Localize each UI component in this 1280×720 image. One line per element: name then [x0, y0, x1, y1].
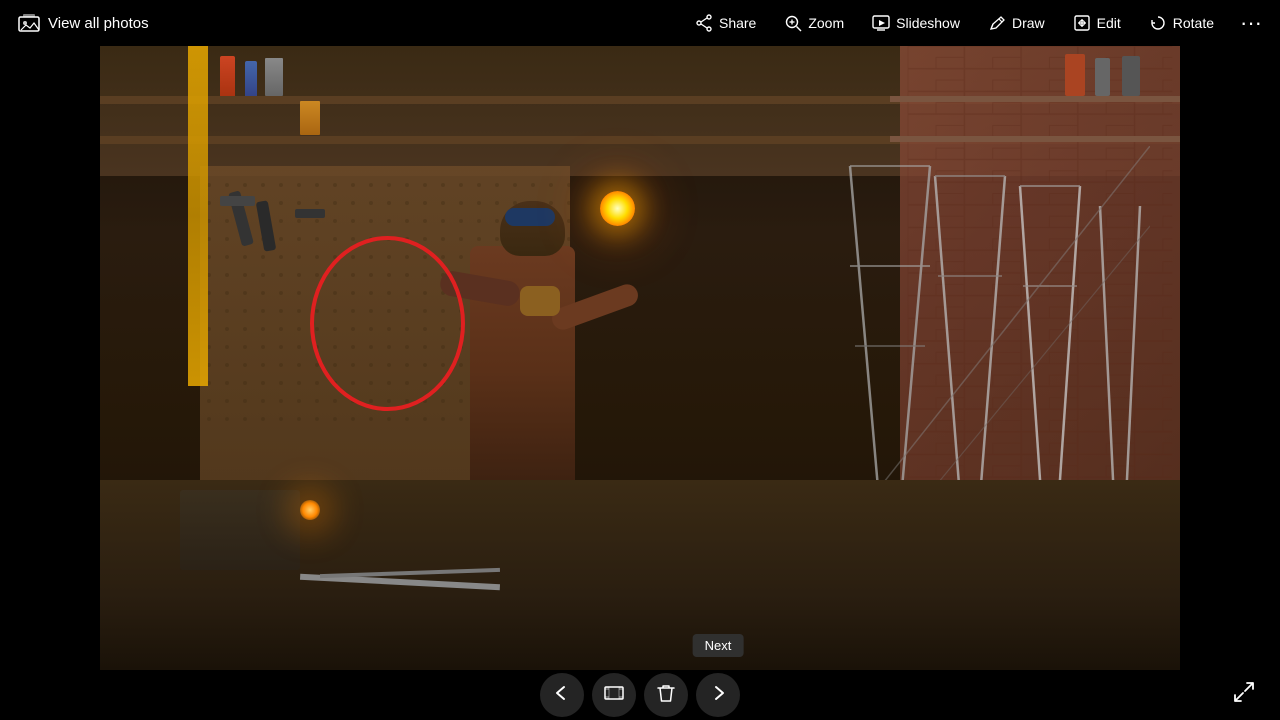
trash-icon — [657, 683, 675, 708]
welding-glove — [520, 286, 560, 316]
rotate-label: Rotate — [1173, 15, 1214, 31]
zoom-button[interactable]: Zoom — [772, 8, 856, 38]
edit-icon — [1073, 14, 1091, 32]
view-all-label: View all photos — [48, 15, 149, 32]
rotate-icon — [1149, 14, 1167, 32]
delete-button[interactable] — [644, 673, 688, 717]
safety-goggles — [505, 208, 555, 226]
photo-frame — [100, 46, 1180, 670]
draw-icon — [988, 14, 1006, 32]
workbench-item-1 — [180, 490, 300, 570]
slideshow-button[interactable]: Slideshow — [860, 8, 972, 38]
filmstrip-icon — [604, 684, 624, 707]
slideshow-label: Slideshow — [896, 15, 960, 31]
shelf-right-item-2 — [1095, 58, 1110, 96]
welding-spark — [600, 191, 635, 226]
more-options-button[interactable]: ··· — [1230, 8, 1272, 38]
shelf-right-item-3 — [1065, 54, 1085, 96]
tool-handle-2 — [295, 209, 325, 218]
shelf-item-4 — [300, 101, 320, 135]
arrow-right-icon — [708, 684, 728, 707]
bottom-controls: Next — [0, 670, 1280, 720]
expand-button[interactable] — [1228, 678, 1260, 710]
shelf-item-1 — [220, 56, 235, 96]
top-bar: View all photos Share — [0, 0, 1280, 46]
share-label: Share — [719, 15, 756, 31]
share-button[interactable]: Share — [683, 8, 768, 38]
more-icon: ··· — [1240, 12, 1262, 34]
shelf-right-1 — [890, 96, 1180, 102]
previous-button[interactable] — [540, 673, 584, 717]
photos-icon — [18, 14, 40, 32]
slideshow-icon — [872, 14, 890, 32]
shelf-item-2 — [245, 61, 257, 96]
tool-handle-1 — [220, 196, 255, 206]
shelf-right-2 — [890, 136, 1180, 142]
expand-icon — [1233, 681, 1255, 708]
photo-area — [0, 46, 1280, 720]
draw-button[interactable]: Draw — [976, 8, 1057, 38]
share-icon — [695, 14, 713, 32]
light-source — [300, 500, 320, 520]
edit-label: Edit — [1097, 15, 1121, 31]
rotate-button[interactable]: Rotate — [1137, 8, 1226, 38]
draw-label: Draw — [1012, 15, 1045, 31]
zoom-label: Zoom — [808, 15, 844, 31]
toolbar-right: Share Zoom Slid — [683, 8, 1272, 38]
edit-button[interactable]: Edit — [1061, 8, 1133, 38]
next-button-wrap: Next — [696, 673, 740, 717]
filmstrip-button[interactable] — [592, 673, 636, 717]
shelf-item-3 — [265, 58, 283, 96]
yellow-bar — [188, 46, 208, 386]
zoom-icon — [784, 14, 802, 32]
arrow-left-icon — [552, 684, 572, 707]
next-button[interactable] — [696, 673, 740, 717]
view-all-photos-button[interactable]: View all photos — [8, 10, 159, 36]
shelf-right-item-1 — [1122, 56, 1140, 96]
